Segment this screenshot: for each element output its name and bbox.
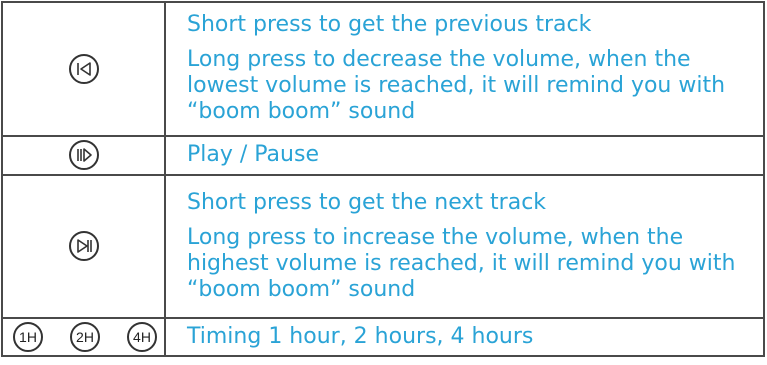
table-row: 1H 2H 4H Timing 1 hour, 2 hours, 4 hours: [1, 316, 765, 358]
icon-cell: [1, 173, 166, 319]
description-cell: Timing 1 hour, 2 hours, 4 hours: [164, 316, 765, 358]
play-pause-icon: [68, 140, 99, 171]
table-row: Short press to get the previous track Lo…: [1, 1, 765, 137]
icon-cell: [1, 1, 166, 137]
description-cell: Short press to get the next track Long p…: [164, 173, 765, 319]
icon-cell: 1H 2H 4H: [1, 316, 166, 358]
description-line: Short press to get the previous track: [187, 12, 592, 38]
description-line: Play / Pause: [187, 142, 319, 168]
timer-4h-icon: 4H: [127, 321, 157, 352]
description-line: Short press to get the next track: [187, 189, 547, 215]
next-track-icon: [68, 231, 99, 262]
timer-2h-icon: 2H: [70, 321, 100, 352]
description-line: Long press to increase the volume, when …: [187, 224, 736, 302]
description-cell: Short press to get the previous track Lo…: [164, 1, 765, 137]
button-function-table: Short press to get the previous track Lo…: [1, 1, 765, 358]
timer-icon-group: 1H 2H 4H: [3, 321, 164, 352]
description-line: Long press to decrease the volume, when …: [187, 47, 726, 125]
description-cell: Play / Pause: [164, 134, 765, 176]
description-line: Timing 1 hour, 2 hours, 4 hours: [187, 323, 534, 349]
table-row: Play / Pause: [1, 134, 765, 176]
timer-1h-icon: 1H: [13, 321, 43, 352]
icon-cell: [1, 134, 166, 176]
table-row: Short press to get the next track Long p…: [1, 173, 765, 319]
previous-track-icon: [68, 53, 99, 84]
